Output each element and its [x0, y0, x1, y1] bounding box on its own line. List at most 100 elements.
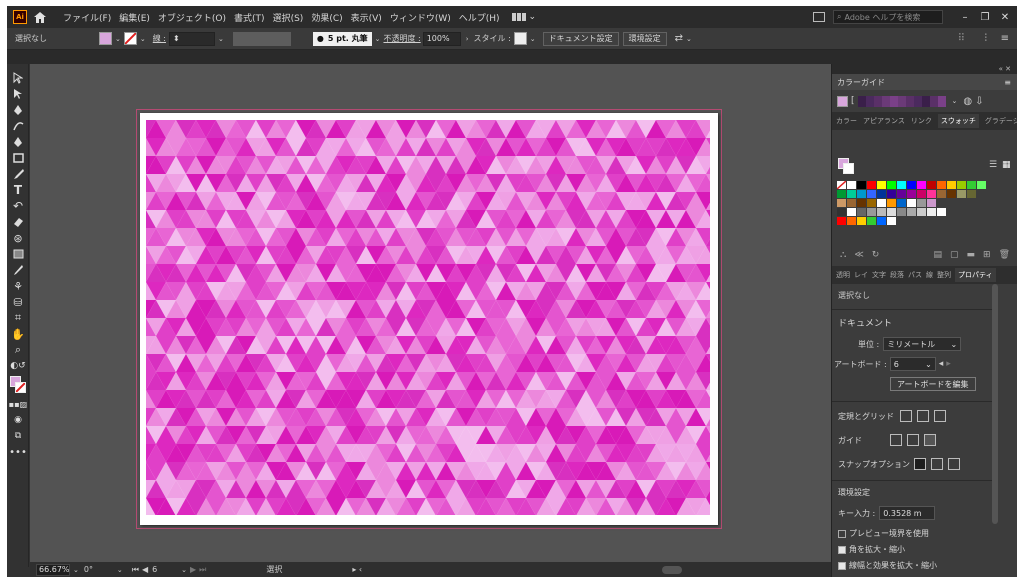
blend-tool-icon[interactable]: ⚘ [7, 278, 29, 294]
stroke-chevron-icon[interactable]: ⌄ [140, 35, 146, 43]
swatches-grid[interactable] [837, 181, 987, 226]
tab-links[interactable]: リンク [911, 116, 932, 126]
rulers-icon[interactable] [900, 410, 912, 422]
swatch[interactable] [907, 208, 916, 216]
tab-layers[interactable]: レイ [854, 270, 868, 280]
swatch[interactable] [867, 199, 876, 207]
swatch[interactable] [847, 190, 856, 198]
swatch[interactable] [927, 208, 936, 216]
swatch[interactable] [857, 217, 866, 225]
swatch[interactable] [887, 208, 896, 216]
swatch[interactable] [957, 190, 966, 198]
scale-strokes-row[interactable]: 線幅と効果を拡大・縮小 [832, 560, 992, 571]
swatch[interactable] [877, 190, 886, 198]
list-view-icon[interactable]: ☰ [989, 160, 997, 170]
swatch[interactable] [907, 190, 916, 198]
swatch[interactable] [917, 190, 926, 198]
tab-properties[interactable]: プロパティ [955, 268, 996, 282]
swatch[interactable] [957, 181, 966, 189]
snap-glyph-icon[interactable] [948, 458, 960, 470]
swatch[interactable] [867, 181, 876, 189]
swatch[interactable] [837, 181, 846, 189]
swatch[interactable] [877, 217, 886, 225]
folder-icon[interactable]: ▬ [967, 250, 976, 260]
artboard-chevron-icon[interactable]: ⌄ [181, 566, 187, 574]
selection-tool-icon[interactable] [7, 70, 29, 86]
swatch[interactable] [937, 190, 946, 198]
transparency-grid-icon[interactable] [934, 410, 946, 422]
tab-swatches[interactable]: スウォッチ [937, 114, 979, 128]
swatch[interactable] [857, 181, 866, 189]
grid-view-icon[interactable]: ▦ [1002, 160, 1011, 170]
swatch[interactable] [877, 181, 886, 189]
scale-strokes-checkbox[interactable] [838, 561, 846, 570]
key-increment-input[interactable]: 0.3528 m [879, 506, 936, 520]
swatch[interactable] [897, 181, 906, 189]
swatch[interactable] [837, 217, 846, 225]
swatch[interactable] [837, 190, 846, 198]
swatch[interactable] [917, 208, 926, 216]
swatch[interactable] [857, 190, 866, 198]
menu-type[interactable]: 書式(T) [230, 11, 269, 24]
properties-scrollbar[interactable] [992, 284, 998, 524]
status-arrow-icon[interactable]: ▸ ‹ [352, 565, 362, 574]
draw-mode-icon[interactable]: ◉ [7, 412, 29, 428]
artboard-tool-icon[interactable]: ⌗ [7, 310, 29, 326]
color-mode-icon[interactable]: ▪▪▨ [7, 396, 29, 412]
canvas-area[interactable] [30, 64, 831, 562]
swatch[interactable] [937, 208, 946, 216]
opacity-input[interactable]: 100% [422, 31, 461, 46]
prev-artboard-panel-icon[interactable]: ◂ [939, 359, 944, 369]
swatch[interactable] [847, 217, 856, 225]
stroke-weight-input[interactable]: ⬍ [169, 31, 215, 46]
swatch[interactable] [937, 181, 946, 189]
swatch[interactable] [867, 190, 876, 198]
swatch[interactable] [887, 199, 896, 207]
tab-align[interactable]: 整列 [937, 270, 951, 280]
restore-button[interactable]: ❐ [977, 12, 993, 23]
horizontal-scrollbar[interactable] [662, 565, 683, 574]
scale-corners-row[interactable]: 角を拡大・縮小 [832, 544, 992, 555]
arrange-chevron-icon[interactable]: ⌄ [686, 35, 692, 43]
tab-gradient[interactable]: グラデーション [985, 116, 1017, 126]
graphic-style-swatch[interactable] [513, 32, 527, 45]
default-colors-icon[interactable]: ◐↺ [7, 358, 29, 374]
swatch[interactable] [917, 181, 926, 189]
menu-help[interactable]: ヘルプ(H) [455, 11, 504, 24]
arrange-documents-icon[interactable] [813, 12, 825, 22]
snap-pixel-icon[interactable] [931, 458, 943, 470]
preview-bounds-row[interactable]: プレビュー境界を使用 [832, 528, 992, 539]
variable-width-profile[interactable] [232, 31, 291, 46]
grid-icon[interactable] [917, 410, 929, 422]
stroke-swatch[interactable] [123, 32, 137, 45]
gradient-tool-icon[interactable] [7, 246, 29, 262]
swatch[interactable] [927, 190, 936, 198]
swatch[interactable] [967, 181, 976, 189]
hand-tool-icon[interactable]: ✋ [7, 326, 29, 342]
swatch[interactable] [847, 181, 856, 189]
base-color-swatch[interactable] [837, 95, 848, 107]
eraser-tool-icon[interactable] [7, 214, 29, 230]
lock-guides-icon[interactable] [907, 434, 919, 446]
tab-appearance[interactable]: アピアランス [863, 116, 905, 126]
swatch[interactable] [947, 190, 956, 198]
preview-bounds-checkbox[interactable] [838, 529, 846, 538]
arrange-icon[interactable]: ⇄ [675, 33, 683, 44]
zoom-chevron-icon[interactable]: ⌄ [73, 566, 79, 574]
swatch[interactable] [897, 190, 906, 198]
style-chevron-icon[interactable]: ⌄ [530, 35, 536, 43]
stroke-weight-chevron-icon[interactable]: ⌄ [218, 35, 224, 43]
collapse-panels-icon[interactable]: « ✕ [832, 64, 1017, 74]
swatch[interactable] [907, 181, 916, 189]
next-artboard-icon[interactable]: ▶ [190, 565, 196, 574]
fill-swatch[interactable] [99, 32, 112, 45]
triangle-pattern-artwork[interactable] [146, 120, 710, 515]
swatch[interactable] [887, 217, 896, 225]
close-button[interactable]: ✕ [997, 12, 1013, 23]
swatch-library-icon[interactable]: ⛬ [840, 250, 846, 260]
panel-menu-icon[interactable]: ≡ [1001, 33, 1009, 44]
artboard-select[interactable]: 6 ⌄ [889, 357, 936, 371]
edit-toolbar-icon[interactable]: ••• [7, 444, 29, 460]
harmony-strip[interactable] [857, 95, 946, 107]
zoom-field[interactable]: 66.67% [36, 563, 70, 576]
